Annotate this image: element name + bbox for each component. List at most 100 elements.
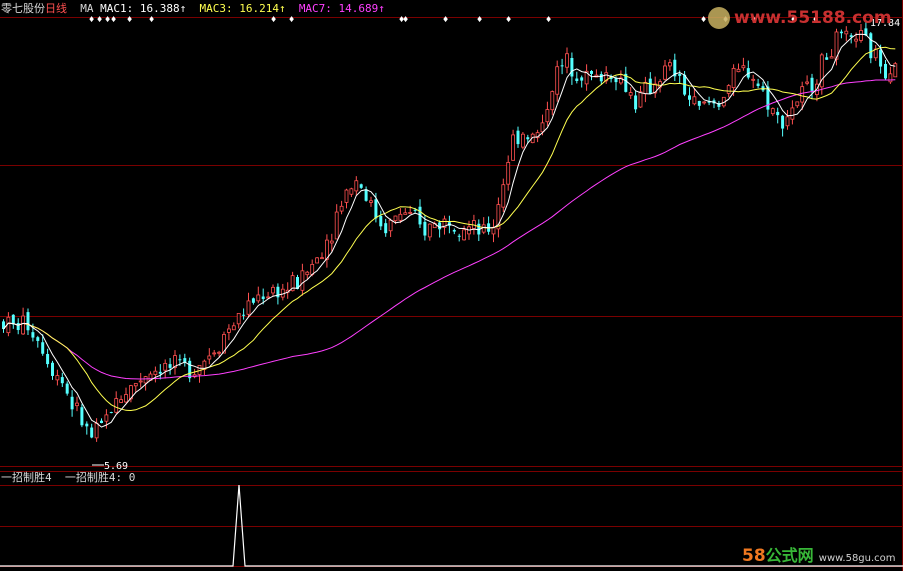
candle-body <box>668 62 672 67</box>
candle-body <box>339 205 344 212</box>
candle-body <box>550 91 555 111</box>
candle-body <box>634 95 638 110</box>
candle-body <box>138 380 143 383</box>
candle-body <box>511 134 516 161</box>
candle-body <box>109 412 113 414</box>
candle-body <box>384 223 388 234</box>
period-label[interactable]: 日线 <box>45 2 67 15</box>
mac1-value: MAC1: 16.388↑ <box>100 2 187 15</box>
candle-body <box>781 115 785 129</box>
candle-body <box>590 70 593 74</box>
candle-body <box>560 65 564 67</box>
mac3-value: MAC3: 16.214↑ <box>199 2 286 15</box>
bottom-watermark: 58公式网 www.58gu.com <box>742 542 896 566</box>
ma-label: MA <box>80 2 94 15</box>
candle-body <box>403 212 408 215</box>
signal-mark: ♦ <box>110 15 117 24</box>
candle-body <box>423 221 427 236</box>
candle-body <box>168 364 172 368</box>
candle-body <box>614 78 618 83</box>
candle-body <box>70 396 74 410</box>
candle-body <box>349 188 354 195</box>
signal-mark: ♦ <box>442 15 449 24</box>
brand-number: 58 <box>742 546 766 566</box>
candle-body <box>60 377 64 384</box>
candle-body <box>359 184 363 188</box>
candle-body <box>261 296 265 299</box>
candle-body <box>310 263 315 275</box>
mac7-value: MAC7: 14.689↑ <box>298 2 385 15</box>
candle-body <box>697 100 701 106</box>
candle-body <box>790 107 795 120</box>
candle-body <box>251 298 255 303</box>
candle-body <box>516 130 520 145</box>
candle-body <box>452 230 456 232</box>
candle-body <box>555 66 560 95</box>
candle-body <box>688 95 691 100</box>
signal-mark: ♦ <box>88 15 95 24</box>
brand-site: www.58gu.com <box>818 553 896 564</box>
candle-body <box>256 294 261 302</box>
candle-body <box>226 328 231 333</box>
candle-body <box>398 213 403 221</box>
candle-body <box>300 270 305 291</box>
watermark-logo-icon <box>708 7 730 29</box>
candle-body <box>236 313 241 325</box>
candle-body <box>829 56 834 59</box>
candle-body <box>344 189 349 203</box>
candle-body <box>354 180 359 192</box>
candle-body <box>800 86 805 103</box>
candle-body <box>104 414 109 422</box>
candle-body <box>178 359 182 361</box>
candle-body <box>21 315 26 335</box>
candle-body <box>75 402 79 407</box>
candle-body <box>158 371 162 374</box>
candle-body <box>825 57 829 60</box>
candle-body <box>217 351 222 354</box>
candle-body <box>212 352 217 355</box>
brand-text: 公式网 <box>765 546 814 565</box>
candle-body <box>427 223 432 238</box>
candle-body <box>393 215 398 222</box>
candle-body <box>565 53 569 68</box>
candle-body <box>246 300 251 315</box>
candle-body <box>41 342 45 354</box>
candle-body <box>379 215 383 227</box>
stock-name[interactable]: 零七股份 <box>1 2 45 15</box>
candle-body <box>663 65 667 80</box>
candle-body <box>628 92 633 96</box>
candle-body <box>438 222 442 230</box>
candle-body <box>114 398 119 413</box>
signal-mark: ♦ <box>700 15 707 24</box>
candle-body <box>305 271 310 276</box>
candle-body <box>51 362 54 376</box>
candle-body <box>320 257 324 260</box>
signal-mark: ♦ <box>476 15 483 24</box>
candle-body <box>94 422 99 439</box>
candle-body <box>481 224 486 233</box>
candle-body <box>648 78 652 94</box>
candle-body <box>545 109 550 123</box>
candle-body <box>65 383 69 394</box>
candle-body <box>119 399 123 403</box>
signal-mark: ♦ <box>402 15 409 24</box>
candle-body <box>329 240 334 244</box>
candle-body <box>31 332 35 338</box>
kline-chart[interactable]: ♦♦♦♦♦♦♦♦♦♦♦♦♦♦♦♦♦♦♦ 5.69 17.84 <box>0 0 903 571</box>
signal-mark: ♦ <box>288 15 295 24</box>
top-watermark-text: www.55188.com <box>734 8 892 28</box>
candle-body <box>756 83 760 87</box>
candle-body <box>888 73 893 83</box>
candle-body <box>143 376 148 384</box>
candle-body <box>770 108 775 115</box>
candle-body <box>839 31 843 34</box>
signal-mark: ♦ <box>126 15 133 24</box>
candle-body <box>731 67 736 88</box>
candle-body <box>638 91 643 108</box>
candle-body <box>46 353 50 365</box>
candle-body <box>805 81 809 84</box>
candle-body <box>501 184 506 208</box>
candle-body <box>678 73 682 76</box>
candle-body <box>388 219 393 232</box>
sub-chart-header: 一招制胜4 一招制胜4: 0 <box>1 471 135 484</box>
